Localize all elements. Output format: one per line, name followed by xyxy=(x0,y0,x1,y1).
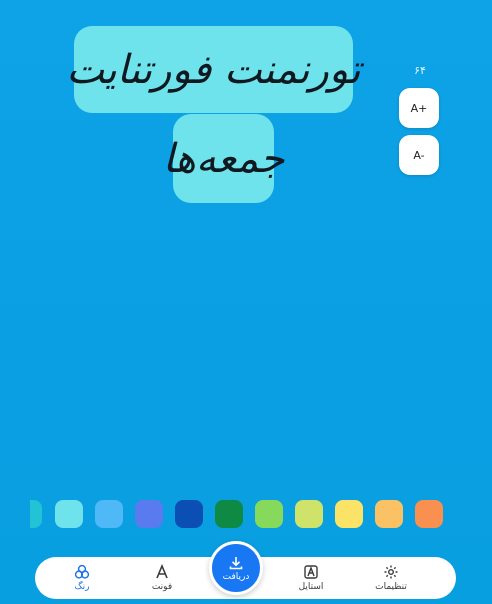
nav-color[interactable]: رنگ xyxy=(47,557,117,599)
text-line-1-content: تورنمنت فورتنایت xyxy=(66,46,361,93)
nav-font-label: فونت xyxy=(151,582,173,592)
color-swatch[interactable] xyxy=(415,500,443,528)
color-swatch[interactable] xyxy=(215,500,243,528)
color-swatch[interactable] xyxy=(30,500,42,528)
color-swatch[interactable] xyxy=(135,500,163,528)
text-line-2-content: جمعه‌ها xyxy=(162,135,285,182)
font-size-readout: ۶۴ xyxy=(414,64,426,77)
color-swatch[interactable] xyxy=(335,500,363,528)
color-swatch[interactable] xyxy=(255,500,283,528)
download-button[interactable]: دریافت xyxy=(209,541,263,595)
color-swatch[interactable] xyxy=(55,500,83,528)
text-line-2[interactable]: جمعه‌ها xyxy=(163,114,284,203)
nav-settings-label: تنظیمات xyxy=(375,582,407,592)
nav-style[interactable]: استایل xyxy=(276,557,346,599)
nav-style-label: استایل xyxy=(298,582,324,592)
download-icon xyxy=(229,556,243,569)
color-palette xyxy=(0,500,492,528)
decrease-font-size-label: A- xyxy=(413,148,425,162)
color-swatch[interactable] xyxy=(295,500,323,528)
decrease-font-size-button[interactable]: A- xyxy=(399,135,439,175)
gear-icon xyxy=(384,565,398,579)
download-label: دریافت xyxy=(222,571,250,582)
style-icon xyxy=(304,565,318,579)
color-swatch[interactable] xyxy=(175,500,203,528)
increase-font-size-label: A+ xyxy=(410,101,428,115)
nav-color-label: رنگ xyxy=(74,582,90,592)
editor-canvas: تورنمنت فورتنایت جمعه‌ها ۶۴ A+ A- رنگ فو… xyxy=(0,0,492,604)
nav-settings[interactable]: تنظیمات xyxy=(356,557,426,599)
font-a-icon xyxy=(156,564,168,579)
text-line-1[interactable]: تورنمنت فورتنایت xyxy=(66,26,361,113)
color-swatch[interactable] xyxy=(95,500,123,528)
color-circles-icon xyxy=(74,564,90,579)
color-swatch[interactable] xyxy=(375,500,403,528)
increase-font-size-button[interactable]: A+ xyxy=(399,88,439,128)
nav-font[interactable]: فونت xyxy=(127,557,197,599)
